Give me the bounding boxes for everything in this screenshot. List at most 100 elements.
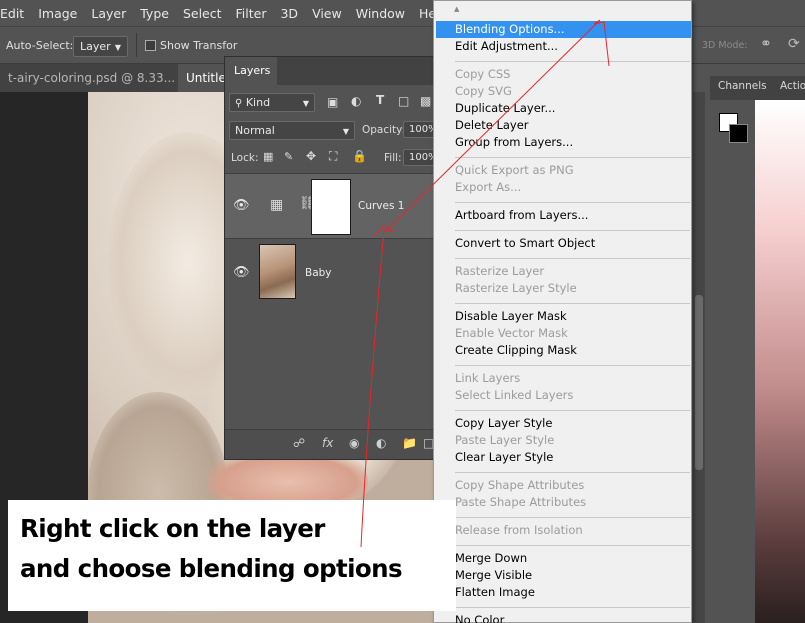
fill-label: Fill: — [384, 152, 402, 164]
3d-rotate-icon[interactable]: ⟳ — [788, 36, 800, 52]
menu-layer[interactable]: Layer — [91, 6, 126, 21]
menu-item-merge-down[interactable]: Merge Down — [455, 551, 527, 565]
show-transform-checkbox[interactable] — [145, 40, 156, 51]
3d-orbit-icon[interactable]: ⚭ — [760, 36, 772, 52]
menu-item-edit-adjustment[interactable]: Edit Adjustment... — [455, 39, 558, 53]
caption-line-1: Right click on the layer — [20, 514, 325, 543]
tab-airy-coloring[interactable]: t-airy-coloring.psd @ 8.33... — [0, 64, 176, 92]
new-group-icon[interactable]: 📁 — [402, 436, 417, 450]
scrollbar-thumb[interactable] — [695, 295, 703, 470]
chevron-down-icon: ▼ — [342, 127, 349, 136]
menu-item-merge-visible[interactable]: Merge Visible — [455, 568, 532, 582]
menu-divider — [455, 545, 690, 546]
lock-all-icon[interactable]: 🔒 — [352, 149, 367, 163]
3d-mode-label: 3D Mode: — [702, 40, 748, 51]
kind-filter-value: Kind — [245, 96, 271, 109]
filter-adjustment-icon[interactable]: ◐ — [351, 94, 361, 108]
menu-divider — [455, 230, 690, 231]
color-picker-field[interactable] — [755, 100, 805, 623]
menu-divider — [455, 517, 690, 518]
menu-filter[interactable]: Filter — [236, 6, 267, 21]
menu-3d[interactable]: 3D — [280, 6, 298, 21]
menu-divider — [455, 410, 690, 411]
menu-divider — [455, 607, 690, 608]
menu-select[interactable]: Select — [183, 6, 222, 21]
auto-select-value: Layer — [80, 40, 111, 53]
lock-artboard-icon[interactable]: ⛶ — [329, 149, 337, 164]
right-panel-tabs: Channels Actio — [710, 76, 805, 100]
adjustment-layer-icon[interactable]: ◐ — [376, 436, 386, 450]
kind-filter-dropdown[interactable]: ⚲ Kind ▼ — [229, 93, 315, 112]
filter-smart-object-icon[interactable]: ▩ — [420, 94, 431, 108]
menu-item-release-from-isolation: Release from Isolation — [455, 523, 583, 537]
menu-item-rasterize-layer: Rasterize Layer — [455, 264, 545, 278]
layer-thumbnail[interactable] — [259, 244, 296, 299]
menu-type[interactable]: Type — [140, 6, 169, 21]
menu-item-enable-vector-mask: Enable Vector Mask — [455, 326, 568, 340]
blend-mode-value: Normal — [235, 124, 275, 137]
show-transform-label: Show Transfor — [160, 39, 238, 52]
filter-shape-icon[interactable]: □ — [398, 94, 409, 108]
layers-panel-footer: ☍ fx ◉ ◐ 📁 □ — [225, 429, 436, 459]
opacity-field[interactable]: 100% — [403, 121, 438, 138]
background-color-swatch[interactable] — [729, 124, 748, 143]
layer-row-curves[interactable]: 👁 ▦ ⛓ Curves 1 — [225, 173, 436, 238]
menu-item-disable-layer-mask[interactable]: Disable Layer Mask — [455, 309, 567, 323]
menu-item-blending-options[interactable]: Blending Options... — [455, 22, 565, 36]
menu-divider — [455, 472, 690, 473]
tab-layers[interactable]: Layers — [225, 57, 277, 85]
menu-divider — [455, 258, 690, 259]
layer-name[interactable]: Baby — [305, 267, 332, 279]
layer-context-menu: ▲ Blending Options... Edit Adjustment... C… — [433, 0, 692, 623]
menu-item-delete-layer[interactable]: Delete Layer — [455, 118, 529, 132]
eye-icon[interactable]: 👁 — [233, 265, 250, 280]
eye-icon[interactable]: 👁 — [233, 198, 250, 213]
add-mask-icon[interactable]: ◉ — [349, 436, 359, 450]
menu-view[interactable]: View — [312, 6, 342, 21]
menu-item-flatten-image[interactable]: Flatten Image — [455, 585, 535, 599]
menu-image[interactable]: Image — [38, 6, 77, 21]
filter-type-icon[interactable]: T — [376, 93, 384, 107]
menu-divider — [455, 202, 690, 203]
filter-pixel-icon[interactable]: ▣ — [327, 95, 338, 109]
lock-transparent-icon[interactable]: ▦ — [263, 150, 273, 163]
menu-item-convert-to-smart-object[interactable]: Convert to Smart Object — [455, 236, 595, 250]
auto-select-label: Auto-Select: — [6, 39, 74, 52]
layer-mask-thumbnail[interactable] — [311, 179, 351, 235]
menu-item-clear-layer-style[interactable]: Clear Layer Style — [455, 450, 553, 464]
chevron-down-icon: ▼ — [302, 99, 309, 108]
menu-item-quick-export-as-png: Quick Export as PNG — [455, 163, 574, 177]
blend-mode-dropdown[interactable]: Normal ▼ — [229, 121, 355, 140]
menu-item-no-color[interactable]: No Color — [455, 613, 504, 623]
lock-label: Lock: — [231, 152, 259, 164]
curves-adjustment-icon: ▦ — [270, 197, 284, 213]
layers-panel: Layers ⚲ Kind ▼ ▣ ◐ T □ ▩ Normal ▼ Opaci… — [224, 56, 438, 460]
layer-row-baby[interactable]: 👁 Baby — [225, 238, 436, 303]
menu-item-paste-layer-style: Paste Layer Style — [455, 433, 555, 447]
opacity-label: Opacity: — [362, 124, 406, 136]
menu-item-copy-layer-style[interactable]: Copy Layer Style — [455, 416, 552, 430]
tab-actions[interactable]: Actio — [780, 80, 805, 92]
menu-divider — [455, 157, 690, 158]
menu-item-artboard-from-layers[interactable]: Artboard from Layers... — [455, 208, 588, 222]
fill-field[interactable]: 100% — [403, 149, 438, 166]
menu-window[interactable]: Window — [356, 6, 405, 21]
menu-item-group-from-layers[interactable]: Group from Layers... — [455, 135, 573, 149]
menu-item-create-clipping-mask[interactable]: Create Clipping Mask — [455, 343, 577, 357]
lock-position-icon[interactable]: ✥ — [306, 149, 316, 163]
menu-divider — [455, 303, 690, 304]
menu-item-copy-css: Copy CSS — [455, 67, 511, 81]
search-icon: ⚲ — [235, 98, 243, 109]
chevron-down-icon: ▼ — [114, 43, 121, 52]
auto-select-dropdown[interactable]: Layer ▼ — [73, 36, 128, 57]
tab-channels[interactable]: Channels — [718, 80, 767, 92]
menu-item-duplicate-layer[interactable]: Duplicate Layer... — [455, 101, 555, 115]
menu-edit[interactable]: Edit — [0, 6, 24, 21]
layer-name[interactable]: Curves 1 — [358, 200, 404, 212]
instruction-caption: Right click on the layer and choose blen… — [8, 500, 456, 611]
fx-icon[interactable]: fx — [322, 436, 333, 450]
divider — [136, 33, 137, 57]
link-layers-icon[interactable]: ☍ — [293, 436, 305, 450]
lock-brush-icon[interactable]: ✎ — [284, 150, 293, 163]
scroll-up-arrow-icon[interactable]: ▲ — [454, 5, 459, 13]
